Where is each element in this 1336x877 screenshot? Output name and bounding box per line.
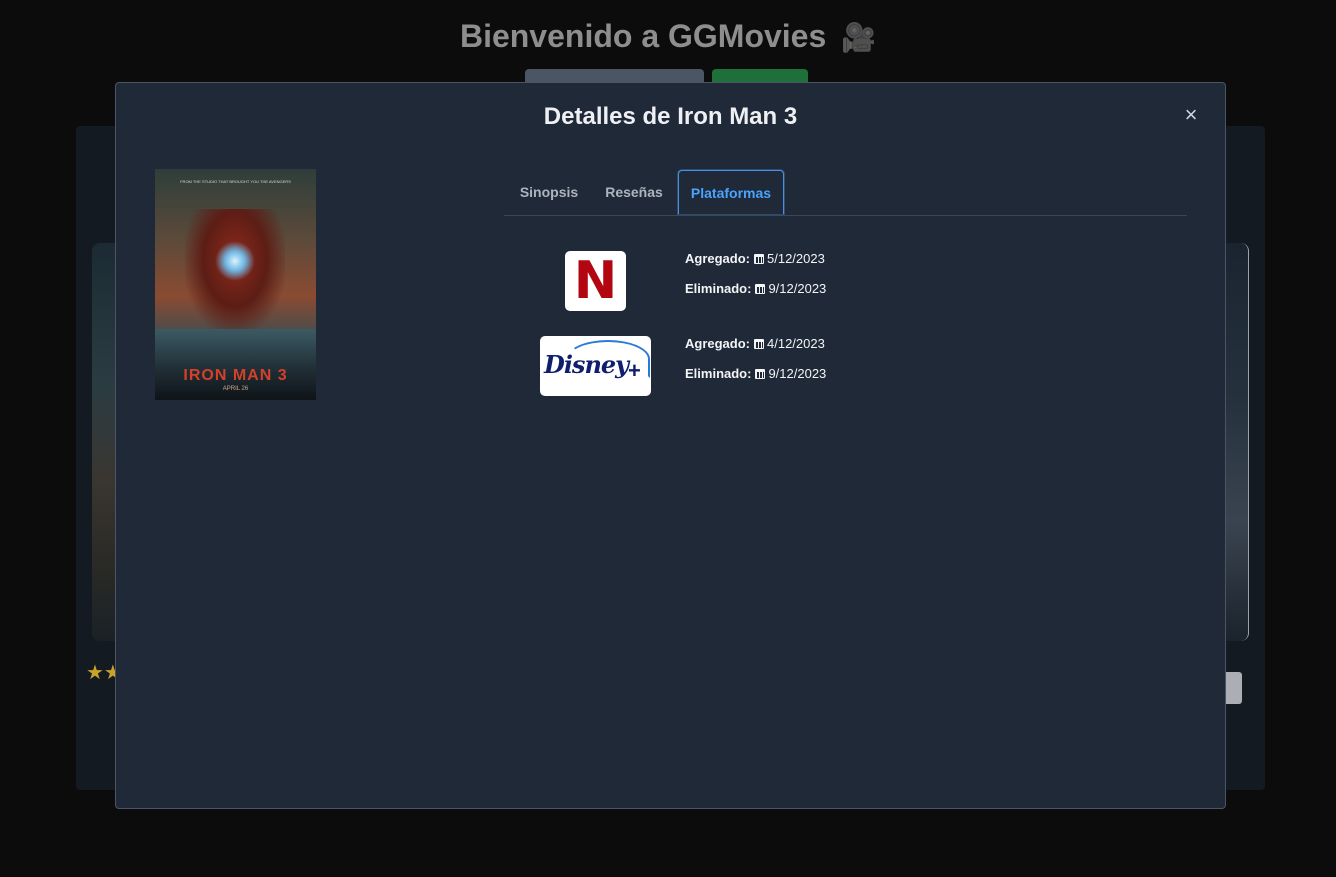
netflix-removed: Eliminado: 9/12/2023 xyxy=(685,281,826,296)
netflix-logo: N xyxy=(565,251,626,311)
removed-label: Eliminado: xyxy=(685,366,752,381)
movie-details-modal: Detalles de Iron Man 3 × FROM THE STUDIO… xyxy=(115,82,1226,809)
netflix-added: Agregado: 5/12/2023 xyxy=(685,251,825,266)
tab-resenas[interactable]: Reseñas xyxy=(594,170,674,214)
disney-wordmark: Disney xyxy=(544,350,629,379)
tab-sinopsis[interactable]: Sinopsis xyxy=(509,170,589,214)
close-button[interactable]: × xyxy=(1181,104,1201,126)
page-title: Bienvenido a GGMovies 🎥 xyxy=(0,18,1336,55)
page-title-text: Bienvenido a GGMovies xyxy=(459,18,827,54)
movie-camera-icon: 🎥 xyxy=(841,22,877,53)
removed-label: Eliminado: xyxy=(685,281,752,296)
disney-plus-logo: Disney + xyxy=(540,336,651,396)
removed-date: 9/12/2023 xyxy=(768,281,827,296)
poster-tagline: FROM THE STUDIO THAT BROUGHT YOU THE AVE… xyxy=(180,179,291,184)
poster-arc-reactor xyxy=(215,241,255,281)
calendar-icon xyxy=(755,284,766,294)
poster-date: APRIL 26 xyxy=(222,386,249,392)
calendar-icon xyxy=(754,339,764,349)
tab-plataformas[interactable]: Plataformas xyxy=(678,170,784,214)
added-date: 4/12/2023 xyxy=(767,336,825,351)
added-label: Agregado: xyxy=(685,336,750,351)
details-tabs: Sinopsis Reseñas Plataformas xyxy=(504,170,1187,216)
calendar-icon xyxy=(754,254,764,264)
movie-poster: FROM THE STUDIO THAT BROUGHT YOU THE AVE… xyxy=(155,169,316,400)
netflix-n-icon: N xyxy=(573,251,618,311)
added-date: 5/12/2023 xyxy=(767,251,825,266)
removed-date: 9/12/2023 xyxy=(768,366,827,381)
disney-removed: Eliminado: 9/12/2023 xyxy=(685,366,826,381)
poster-title: IRON MAN 3 xyxy=(183,367,288,384)
modal-title: Detalles de Iron Man 3 xyxy=(543,103,798,130)
plus-icon: + xyxy=(628,358,641,383)
disney-added: Agregado: 4/12/2023 xyxy=(685,336,825,351)
added-label: Agregado: xyxy=(685,251,750,266)
calendar-icon xyxy=(755,369,766,379)
